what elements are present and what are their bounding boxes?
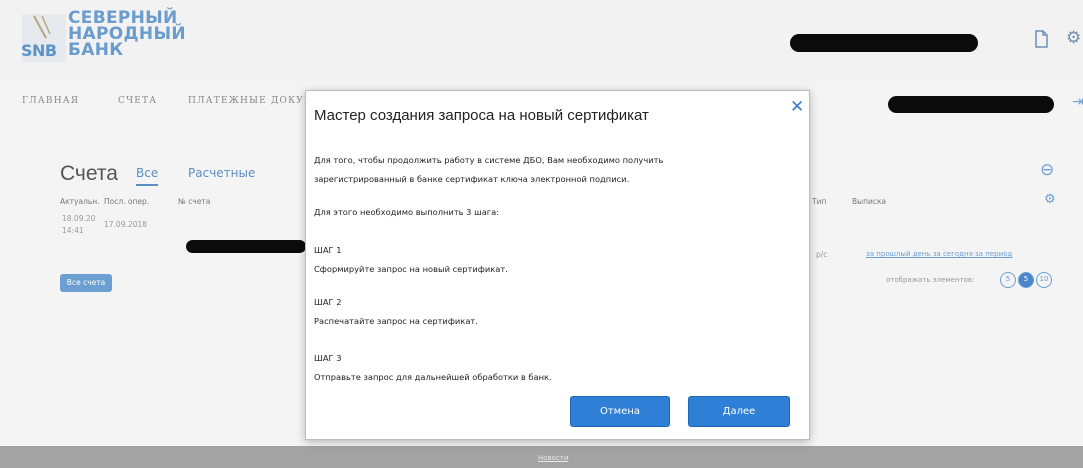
step-2-label: ШАГ 2: [314, 297, 342, 307]
next-button[interactable]: Далее: [688, 396, 790, 427]
all-accounts-button[interactable]: Все счета: [60, 274, 112, 292]
footer-bar: Новости: [0, 446, 1083, 468]
column-statement[interactable]: Выписка: [852, 197, 886, 206]
logout-icon[interactable]: ⇥: [1072, 94, 1083, 110]
step-3-text: Отправьте запрос для дальнейшей обработк…: [314, 372, 552, 382]
column-actual[interactable]: Актуальн.: [60, 197, 100, 206]
accounts-title: Счета: [60, 162, 118, 185]
per-page-option-5[interactable]: 5: [1000, 272, 1016, 288]
per-page-label: отображать элементов:: [886, 276, 975, 284]
step-1-label: ШАГ 1: [314, 245, 342, 255]
column-account-number[interactable]: № счета: [178, 197, 210, 206]
certificate-wizard-dialog: Мастер создания запроса на новый сертифи…: [305, 90, 810, 440]
nav-item-accounts[interactable]: СЧЕТА: [118, 96, 157, 106]
statement-links: за прошлый день за сегодня за период: [866, 250, 1012, 258]
dialog-title: Мастер создания запроса на новый сертифи…: [314, 107, 649, 124]
column-type[interactable]: Тип: [812, 197, 826, 206]
nav-item-main[interactable]: ГЛАВНАЯ: [22, 96, 79, 106]
redacted-user-info: [790, 34, 978, 52]
link-today[interactable]: за сегодня: [933, 250, 973, 258]
per-page-option-10[interactable]: 10: [1036, 272, 1052, 288]
link-period[interactable]: за период: [975, 250, 1012, 258]
document-icon[interactable]: [1034, 30, 1048, 53]
gear-icon[interactable]: ⚙: [1066, 28, 1081, 48]
gear-icon[interactable]: ⚙: [1044, 192, 1056, 207]
redacted-org-info: [888, 96, 1054, 113]
step-1-text: Сформируйте запрос на новый сертификат.: [314, 264, 508, 274]
step-2-text: Распечатайте запрос на сертификат.: [314, 316, 478, 326]
app-header: SNB СЕВЕРНЫЙ НАРОДНЫЙ БАНК ⚙: [0, 0, 1083, 82]
row-actual-time: 14:41: [62, 226, 84, 235]
close-icon[interactable]: ✕: [790, 97, 804, 117]
logo-line-3: БАНК: [68, 40, 124, 60]
row-last-op: 17.09.2018: [104, 220, 147, 229]
news-link[interactable]: Новости: [538, 454, 568, 462]
link-prev-day[interactable]: за прошлый день: [866, 250, 931, 258]
steps-intro: Для этого необходимо выполнить 3 шага:: [314, 207, 500, 217]
per-page-option-5-selected[interactable]: 5: [1018, 272, 1034, 288]
row-type: р/с: [816, 250, 828, 259]
row-actual-date: 18.09.20: [62, 214, 96, 223]
step-3-label: ШАГ 3: [314, 353, 342, 363]
bank-logo[interactable]: SNB СЕВЕРНЫЙ НАРОДНЫЙ БАНК: [20, 10, 186, 68]
intro-line-2: зарегистрированный в банке сертификат кл…: [314, 174, 630, 184]
column-last-op[interactable]: Посл. опер.: [104, 197, 149, 206]
cancel-button[interactable]: Отмена: [570, 396, 670, 427]
tab-settlement[interactable]: Расчетные: [188, 166, 255, 180]
logo-bank-name: СЕВЕРНЫЙ НАРОДНЫЙ БАНК: [68, 10, 186, 60]
redacted-account-number: [186, 240, 306, 253]
intro-line-1: Для того, чтобы продолжить работу в сист…: [314, 155, 664, 165]
collapse-icon[interactable]: ⊖: [1040, 160, 1054, 180]
logo-abbreviation: SNB: [21, 41, 57, 60]
tab-all[interactable]: Все: [136, 166, 159, 186]
